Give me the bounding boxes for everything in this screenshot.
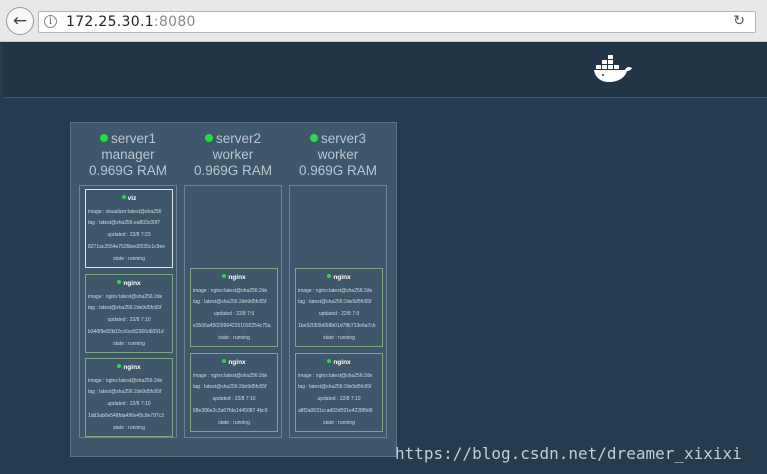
app-header: [3, 42, 767, 98]
task-state: state : running: [323, 420, 355, 426]
task-name: viz: [127, 195, 137, 202]
status-dot: [117, 364, 122, 368]
task-state: state : running: [113, 425, 145, 431]
task-id: 1be92055b668b01d78b713e6a7cb: [298, 323, 376, 329]
task-image: image : nginx:latest@sha256:2de: [298, 373, 373, 379]
node-ram: 0.969G RAM: [193, 163, 273, 178]
task-tag: tag : latest@sha256:2de9d5fc65f: [88, 305, 162, 311]
task-name: nginx: [228, 359, 246, 366]
url-text: 172.25.30.1:8080: [66, 14, 196, 30]
status-dot: [99, 134, 108, 142]
status-dot: [222, 359, 227, 363]
node-role: worker: [212, 147, 254, 162]
task-card[interactable]: nginx image : nginx:latest@sha256:2de ta…: [295, 353, 383, 432]
reload-icon[interactable]: ↻: [733, 13, 745, 29]
task-image: image : visualizer:latest@sha256: [88, 209, 162, 215]
task-id: b346f9e82b02cc6ce82366d6091d: [88, 329, 164, 335]
task-name: nginx: [333, 274, 351, 281]
task-image: image : nginx:latest@sha256:2de: [88, 378, 163, 384]
task-updated: updated : 22/8 7:10: [107, 401, 151, 407]
task-id: 68e386e2c2a67fda1445087 4bc9: [193, 408, 268, 414]
task-updated: updated : 22/8 7:9: [318, 311, 360, 317]
status-dot: [117, 280, 122, 284]
task-name: nginx: [123, 364, 141, 371]
task-name: nginx: [123, 280, 141, 287]
task-image: image : nginx:latest@sha256:2de: [88, 294, 163, 300]
task-image: image : nginx:latest@sha256:2de: [193, 373, 268, 379]
url-host: 172.25.30.1: [66, 14, 154, 30]
node-header-server2: server2 worker 0.969G RAM: [181, 131, 285, 179]
task-image: image : nginx:latest@sha256:2de: [298, 288, 373, 294]
node-column-server3: nginx image : nginx:latest@sha256:2de ta…: [289, 185, 387, 438]
task-name: nginx: [228, 274, 246, 281]
task-tag: tag : latest@sha256:2de9d5fc65f: [88, 389, 162, 395]
info-icon[interactable]: i: [44, 15, 57, 28]
task-updated: updated : 22/8 7:10: [317, 396, 361, 402]
node-ram: 0.969G RAM: [298, 163, 378, 178]
task-state: state : running: [218, 335, 250, 341]
task-updated: updated : 22/8 7:9: [213, 311, 255, 317]
task-id: 1dd3ab0e548fda496e45c9e797c3: [88, 413, 164, 419]
task-updated: updated : 22/8 7:10: [212, 396, 256, 402]
node-header-server1: server1 manager 0.969G RAM: [76, 131, 180, 179]
url-port: :8080: [153, 14, 196, 30]
task-tag: tag : latest@sha256:2de9d5fc65f: [193, 384, 267, 390]
node-column-server2: nginx image : nginx:latest@sha256:2de ta…: [184, 185, 282, 438]
node-name: server3: [320, 131, 366, 146]
task-state: state : running: [218, 420, 250, 426]
node-ram: 0.969G RAM: [88, 163, 168, 178]
docker-whale-icon: [594, 55, 632, 82]
task-state: state : running: [113, 341, 145, 347]
back-arrow-icon[interactable]: ←: [6, 7, 34, 35]
task-card[interactable]: nginx image : nginx:latest@sha256:2de ta…: [295, 268, 383, 347]
task-tag: tag : latest@sha256:2de9d5fc65f: [193, 299, 267, 305]
task-id: 8271ac2554e7535bed2035c1c9ee: [88, 244, 166, 250]
address-bar[interactable]: i 172.25.30.1:8080 ↻: [38, 11, 756, 33]
task-id: a8f2a0631ccad02d591e4228f9d9: [298, 408, 373, 414]
task-tag: tag : latest@sha256:ea803c00f7: [88, 220, 161, 226]
task-id: e3506a450299642251092254c75a: [193, 323, 271, 329]
status-dot: [327, 274, 332, 278]
task-card[interactable]: nginx image : nginx:latest@sha256:2de ta…: [85, 358, 173, 437]
node-role: worker: [317, 147, 359, 162]
task-name: nginx: [333, 359, 351, 366]
node-name: server2: [215, 131, 261, 146]
status-dot: [327, 359, 332, 363]
task-state: state : running: [323, 335, 355, 341]
node-name: server1: [110, 131, 156, 146]
task-card[interactable]: nginx image : nginx:latest@sha256:2de ta…: [190, 268, 278, 347]
task-card[interactable]: nginx image : nginx:latest@sha256:2de ta…: [190, 353, 278, 432]
node-column-server1: viz image : visualizer:latest@sha256 tag…: [79, 185, 177, 438]
browser-toolbar: ← i 172.25.30.1:8080 ↻: [0, 0, 767, 42]
watermark-text: https://blog.csdn.net/dreamer_xixixi: [395, 444, 742, 463]
swarm-visualizer: server1 manager 0.969G RAM viz image : v…: [70, 122, 397, 457]
node-role: manager: [101, 147, 155, 162]
task-image: image : nginx:latest@sha256:2de: [193, 288, 268, 294]
task-tag: tag : latest@sha256:2de9d5fc65f: [298, 299, 372, 305]
task-updated: updated : 22/8 7:10: [107, 317, 151, 323]
status-dot: [204, 134, 213, 142]
status-dot: [309, 134, 318, 142]
status-dot: [121, 195, 126, 199]
task-tag: tag : latest@sha256:2de9d5fc65f: [298, 384, 372, 390]
task-updated: updated : 22/8 7:23: [107, 232, 151, 238]
task-card[interactable]: nginx image : nginx:latest@sha256:2de ta…: [85, 274, 173, 353]
node-header-server3: server3 worker 0.969G RAM: [286, 131, 390, 179]
task-card[interactable]: viz image : visualizer:latest@sha256 tag…: [85, 189, 173, 268]
task-state: state : running: [113, 256, 145, 262]
status-dot: [222, 274, 227, 278]
